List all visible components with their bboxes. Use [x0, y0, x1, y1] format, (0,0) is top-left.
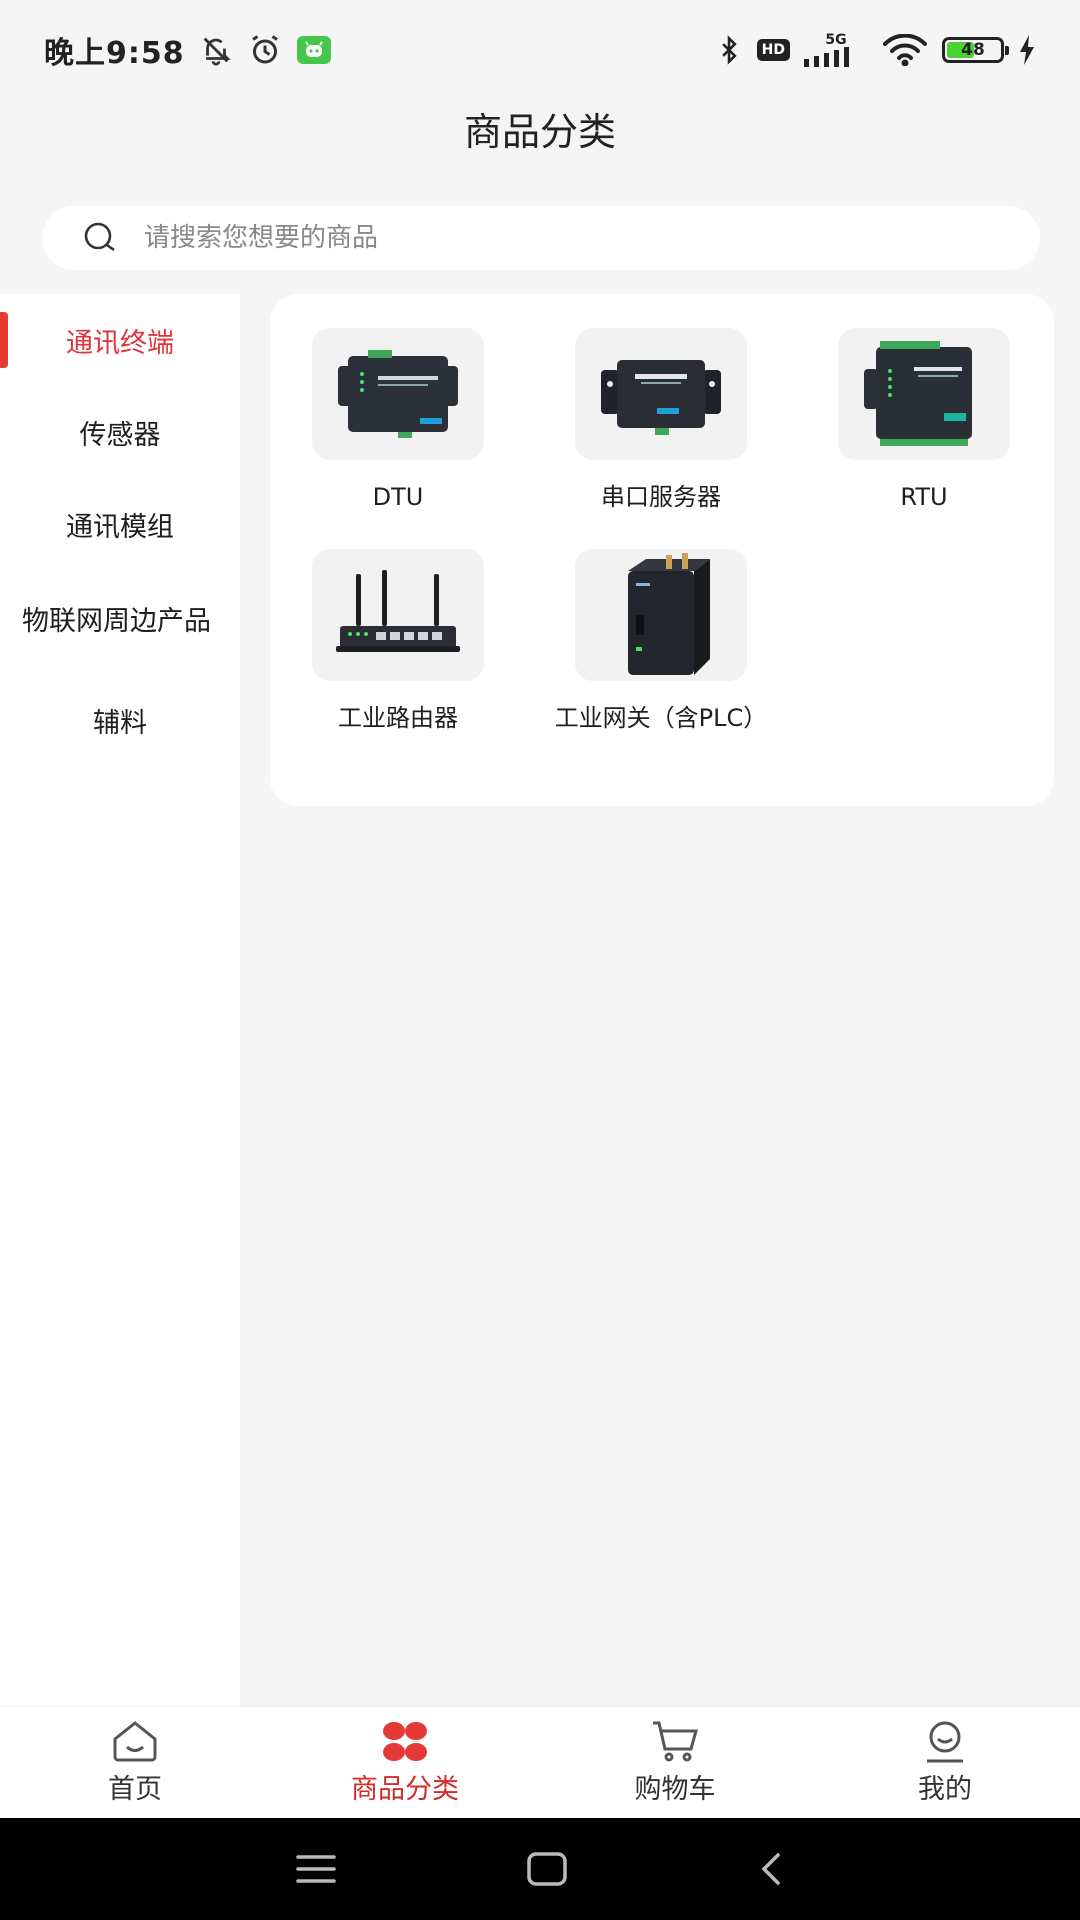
product-item-serial-server[interactable]: 串口服务器 — [546, 328, 776, 514]
status-right: HD 5G 48 — [715, 33, 1036, 67]
battery-indicator: 48 — [942, 37, 1009, 63]
status-left: 晚上9:58 — [44, 28, 331, 72]
nav-label: 购物车 — [634, 1774, 716, 1805]
nav-label: 我的 — [918, 1774, 972, 1805]
sidebar-item-iot-peripheral[interactable]: 物联网周边产品 — [0, 570, 240, 674]
rtu-device-icon — [864, 341, 972, 446]
nav-item-home[interactable]: 首页 — [0, 1707, 270, 1818]
alarm-icon — [247, 32, 283, 68]
product-item-industrial-gateway[interactable]: 工业网关（含PLC） — [546, 549, 776, 735]
battery-level: 48 — [961, 40, 985, 60]
sidebar-item-label: 物联网周边产品 — [22, 606, 211, 637]
serial-server-device-icon — [601, 360, 721, 435]
bluetooth-icon — [715, 33, 743, 67]
network-label: 5G — [825, 32, 847, 48]
page-title: 商品分类 — [463, 110, 616, 154]
product-label: RTU — [900, 483, 948, 511]
status-bar: 晚上9:58 HD 5G 48 — [0, 0, 1080, 100]
sidebar-item-label: 通讯模组 — [66, 511, 174, 543]
back-icon[interactable] — [756, 1851, 786, 1887]
nav-item-cart[interactable]: 购物车 — [540, 1707, 810, 1818]
menu-icon[interactable] — [294, 1852, 338, 1886]
signal-icon — [804, 47, 849, 67]
nav-label: 首页 — [108, 1774, 162, 1805]
status-time: 晚上9:58 — [44, 36, 185, 71]
search-icon — [84, 222, 115, 252]
product-label: 串口服务器 — [601, 483, 721, 511]
category-sidebar: 通讯终端 传感器 通讯模组 物联网周边产品 辅料 — [0, 294, 240, 1706]
product-label: 工业网关（含PLC） — [554, 704, 768, 732]
product-image — [838, 328, 1010, 460]
product-grid-card: DTU 串口服务器 RTU 工业路由器 工业网关（含PLC） — [270, 294, 1054, 806]
industrial-router-device-icon — [336, 570, 460, 652]
bottom-nav: 首页 商品分类 购物车 我的 — [0, 1706, 1080, 1818]
product-image — [312, 549, 484, 681]
nav-item-category[interactable]: 商品分类 — [270, 1707, 540, 1818]
product-image — [575, 549, 747, 681]
sidebar-item-label: 传感器 — [79, 419, 161, 451]
category-icon — [383, 1722, 427, 1761]
system-nav-bar — [0, 1818, 1080, 1920]
product-item-industrial-router[interactable]: 工业路由器 — [283, 549, 513, 735]
app-notification-icon — [296, 36, 331, 64]
sidebar-item-accessories[interactable]: 辅料 — [0, 674, 240, 766]
dtu-device-icon — [338, 350, 458, 438]
wifi-icon — [882, 34, 928, 66]
product-image — [312, 328, 484, 460]
product-item-dtu[interactable]: DTU — [283, 328, 513, 514]
industrial-gateway-device-icon — [628, 553, 710, 675]
cart-icon — [653, 1721, 698, 1762]
profile-icon — [927, 1721, 963, 1763]
sidebar-item-label: 辅料 — [93, 707, 147, 739]
product-label: 工业路由器 — [338, 704, 458, 732]
charging-icon — [1018, 35, 1036, 65]
nav-item-profile[interactable]: 我的 — [810, 1707, 1080, 1818]
search-bar[interactable] — [42, 206, 1040, 270]
signal-indicator: 5G — [804, 33, 868, 67]
bell-muted-icon — [199, 33, 233, 67]
search-input[interactable] — [144, 223, 944, 253]
nav-label: 商品分类 — [351, 1774, 459, 1805]
product-label: DTU — [372, 483, 424, 511]
sidebar-item-label: 通讯终端 — [66, 327, 174, 359]
home-button-icon[interactable] — [526, 1851, 568, 1887]
product-item-rtu[interactable]: RTU — [809, 328, 1039, 514]
sidebar-item-communication-module[interactable]: 通讯模组 — [0, 478, 240, 570]
hd-badge: HD — [756, 39, 790, 61]
product-image — [575, 328, 747, 460]
home-icon — [113, 1721, 157, 1762]
sidebar-item-communication-terminal[interactable]: 通讯终端 — [0, 294, 240, 386]
sidebar-item-sensor[interactable]: 传感器 — [0, 386, 240, 478]
